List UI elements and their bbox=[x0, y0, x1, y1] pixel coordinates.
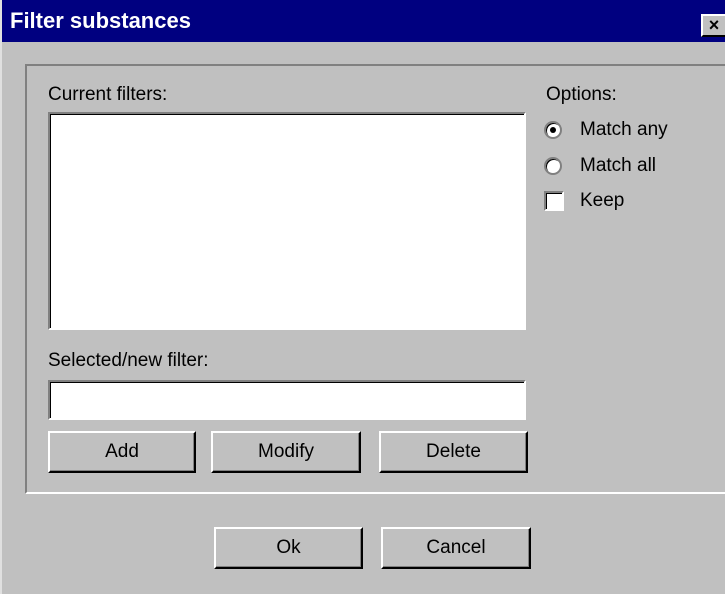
delete-button[interactable]: Delete bbox=[379, 431, 528, 473]
modify-button[interactable]: Modify bbox=[211, 431, 361, 473]
radio-selected-dot bbox=[550, 127, 556, 133]
filter-substances-dialog: Filter substances × Current filters: Sel… bbox=[0, 0, 725, 594]
dialog-title: Filter substances bbox=[10, 8, 191, 33]
title-bar[interactable]: Filter substances × bbox=[2, 0, 725, 42]
current-filters-label: Current filters: bbox=[48, 84, 168, 105]
ok-button[interactable]: Ok bbox=[214, 527, 363, 569]
match-all-label[interactable]: Match all bbox=[580, 155, 656, 177]
match-any-radio[interactable] bbox=[544, 121, 562, 139]
selected-filter-input[interactable] bbox=[48, 380, 526, 420]
close-button[interactable]: × bbox=[701, 14, 725, 37]
keep-checkbox[interactable] bbox=[544, 191, 564, 211]
add-button[interactable]: Add bbox=[48, 431, 196, 473]
selected-filter-label: Selected/new filter: bbox=[48, 350, 209, 371]
current-filters-list[interactable] bbox=[48, 112, 526, 330]
keep-label[interactable]: Keep bbox=[580, 190, 624, 212]
match-any-label[interactable]: Match any bbox=[580, 119, 668, 141]
close-icon: × bbox=[708, 15, 720, 35]
options-label: Options: bbox=[546, 84, 617, 105]
cancel-button[interactable]: Cancel bbox=[381, 527, 531, 569]
match-all-radio[interactable] bbox=[544, 157, 562, 175]
